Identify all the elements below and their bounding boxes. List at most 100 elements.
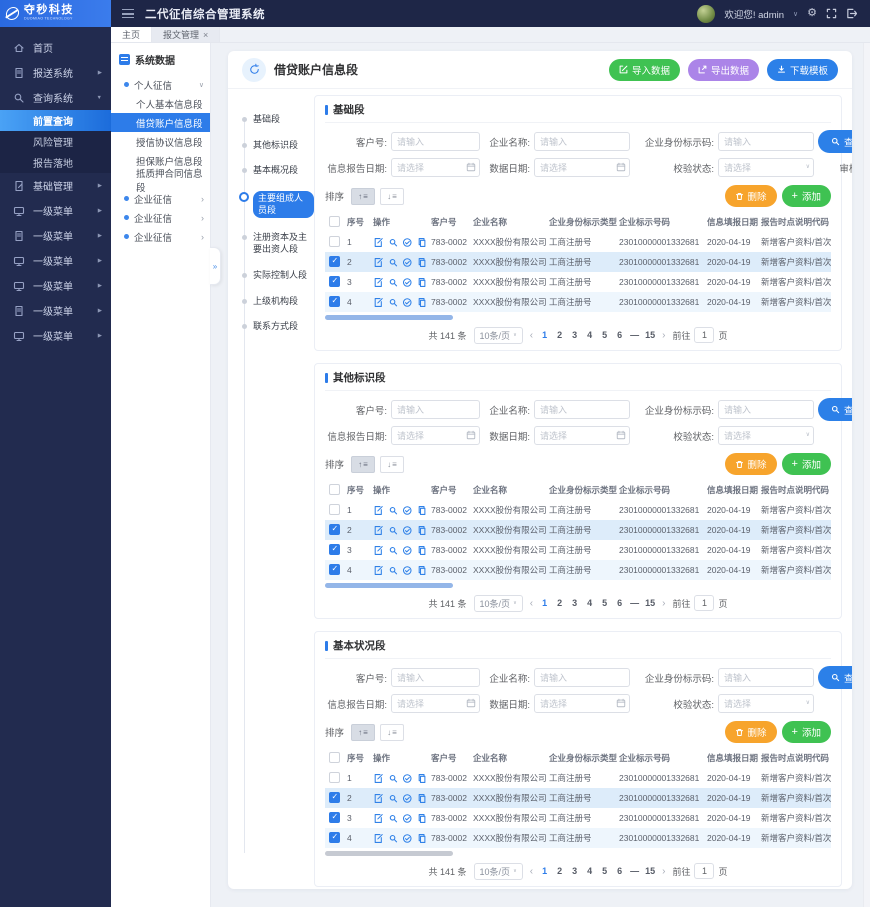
anchor-item-other-id-seg[interactable]: 其他标识段 (240, 133, 314, 159)
page-number-button[interactable]: 2 (555, 330, 564, 340)
page-number-button[interactable]: 2 (555, 598, 564, 608)
close-icon[interactable]: × (203, 30, 208, 40)
view-detail-icon[interactable] (388, 257, 399, 268)
sort-asc-button[interactable]: ↑≡ (351, 724, 375, 741)
edit-icon[interactable] (373, 525, 384, 536)
company-id-code-input[interactable] (718, 400, 814, 419)
select-all-checkbox[interactable] (329, 216, 340, 227)
add-button[interactable]: +添加 (782, 185, 831, 207)
edit-icon[interactable] (373, 833, 384, 844)
company-id-code-input[interactable] (718, 668, 814, 687)
export-data-button[interactable]: 导出数据 (688, 59, 759, 81)
page-number-button[interactable]: 5 (600, 866, 609, 876)
page-number-button[interactable]: 5 (600, 598, 609, 608)
row-checkbox[interactable] (329, 564, 340, 575)
copy-doc-icon[interactable] (417, 237, 428, 248)
next-page-button[interactable]: › (662, 330, 665, 341)
chevron-down-icon[interactable]: ∨ (793, 10, 798, 18)
page-number-button[interactable]: 1 (540, 330, 549, 340)
settings-gear-icon[interactable]: ⚙ (807, 8, 817, 19)
edit-icon[interactable] (373, 277, 384, 288)
row-checkbox[interactable] (329, 236, 340, 247)
next-page-button[interactable]: › (662, 598, 665, 609)
view-detail-icon[interactable] (388, 277, 399, 288)
view-detail-icon[interactable] (388, 833, 399, 844)
sidebar-item-level1-menu[interactable]: 一级菜单 ▶ (0, 223, 111, 248)
sidebar-item-level1-menu[interactable]: 一级菜单 ▶ (0, 298, 111, 323)
copy-doc-icon[interactable] (417, 257, 428, 268)
add-button[interactable]: +添加 (782, 721, 831, 743)
page-number-button[interactable]: 6 (615, 866, 624, 876)
sidebar-item-report-landing[interactable]: 报告落地 (0, 152, 111, 173)
copy-doc-icon[interactable] (417, 277, 428, 288)
company-name-input[interactable] (534, 400, 630, 419)
approve-check-icon[interactable] (402, 773, 413, 784)
check-status-select[interactable] (718, 158, 814, 177)
approve-check-icon[interactable] (402, 277, 413, 288)
copy-doc-icon[interactable] (417, 813, 428, 824)
sort-desc-button[interactable]: ↓≡ (380, 456, 404, 473)
approve-check-icon[interactable] (402, 813, 413, 824)
sidebar-item-level1-menu[interactable]: 一级菜单 ▶ (0, 198, 111, 223)
tree-item-company-credit[interactable]: 企业征信 › (111, 208, 210, 227)
user-menu[interactable]: 欢迎您! admin (724, 7, 784, 21)
sidebar-item-level1-menu[interactable]: 一级菜单 ▶ (0, 273, 111, 298)
search-button[interactable]: 查询 (818, 666, 852, 689)
approve-check-icon[interactable] (402, 545, 413, 556)
page-scrollbar[interactable] (863, 43, 870, 907)
check-status-select[interactable] (718, 426, 814, 445)
avatar[interactable] (697, 5, 715, 23)
hamburger-menu-icon[interactable] (122, 9, 134, 18)
tree-item-pledge-contract[interactable]: 抵质押合同信息段 (111, 170, 210, 189)
copy-doc-icon[interactable] (417, 505, 428, 516)
copy-doc-icon[interactable] (417, 525, 428, 536)
goto-page-input[interactable] (694, 327, 714, 343)
row-checkbox[interactable] (329, 256, 340, 267)
view-detail-icon[interactable] (388, 505, 399, 516)
edit-icon[interactable] (373, 793, 384, 804)
anchor-item-parent-org-seg[interactable]: 上级机构段 (240, 289, 314, 315)
view-detail-icon[interactable] (388, 545, 399, 556)
tree-item-personal-credit[interactable]: 个人征信 ∨ (111, 75, 210, 94)
anchor-item-registered-capital-seg[interactable]: 注册资本及主要出资人段 (240, 225, 314, 262)
horizontal-scrollbar[interactable] (325, 851, 453, 856)
anchor-item-contact-seg[interactable]: 联系方式段 (240, 314, 314, 340)
company-name-input[interactable] (534, 132, 630, 151)
view-detail-icon[interactable] (388, 525, 399, 536)
tree-root-system-data[interactable]: 系统数据 (111, 43, 210, 75)
sidebar-item-level1-menu[interactable]: 一级菜单 ▶ (0, 248, 111, 273)
edit-icon[interactable] (373, 545, 384, 556)
page-number-button[interactable]: 15 (645, 330, 655, 340)
view-detail-icon[interactable] (388, 565, 399, 576)
tab-report-mgmt[interactable]: 报文管理 × (152, 27, 220, 42)
page-number-button[interactable]: 6 (615, 330, 624, 340)
page-number-button[interactable]: 15 (645, 866, 655, 876)
row-checkbox[interactable] (329, 524, 340, 535)
approve-check-icon[interactable] (402, 565, 413, 576)
fullscreen-icon[interactable] (826, 8, 837, 19)
select-all-checkbox[interactable] (329, 484, 340, 495)
row-checkbox[interactable] (329, 544, 340, 555)
page-number-button[interactable]: 4 (585, 866, 594, 876)
horizontal-scrollbar[interactable] (325, 583, 453, 588)
page-number-button[interactable]: 1 (540, 866, 549, 876)
anchor-item-actual-controller-seg[interactable]: 实际控制人段 (240, 263, 314, 289)
row-checkbox[interactable] (329, 812, 340, 823)
sidebar-item-report-system[interactable]: 报送系统 ▶ (0, 60, 111, 85)
approve-check-icon[interactable] (402, 833, 413, 844)
approve-check-icon[interactable] (402, 525, 413, 536)
anchor-item-overview-seg[interactable]: 基本概况段 (240, 158, 314, 184)
prev-page-button[interactable]: ‹ (530, 866, 533, 877)
page-number-button[interactable]: 1 (540, 598, 549, 608)
tree-item-credit-agreement[interactable]: 授信协议信息段 (111, 132, 210, 151)
approve-check-icon[interactable] (402, 505, 413, 516)
edit-icon[interactable] (373, 773, 384, 784)
row-checkbox[interactable] (329, 792, 340, 803)
page-number-button[interactable]: 3 (570, 866, 579, 876)
row-checkbox[interactable] (329, 772, 340, 783)
goto-page-input[interactable] (694, 863, 714, 879)
view-detail-icon[interactable] (388, 793, 399, 804)
page-number-button[interactable]: 15 (645, 598, 655, 608)
page-size-select[interactable]: 10条/页∨ (474, 327, 523, 344)
page-number-button[interactable]: 2 (555, 866, 564, 876)
